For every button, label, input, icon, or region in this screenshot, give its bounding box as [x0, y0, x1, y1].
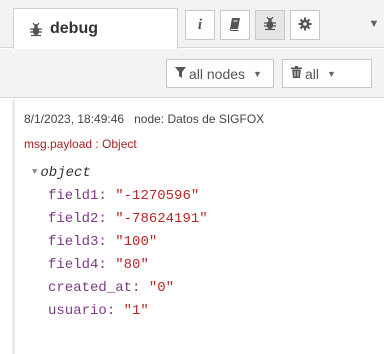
property-key: field2 — [48, 211, 99, 227]
gear-icon — [298, 17, 312, 34]
debug-toolbar: all nodes ▼ all ▼ — [0, 49, 384, 98]
payload-property[interactable]: field2: "-78624191" — [32, 208, 208, 231]
caret-down-icon: ▼ — [253, 68, 262, 79]
property-value: "-78624191" — [115, 211, 208, 227]
debug-tab-button[interactable] — [255, 10, 285, 40]
property-value: "0" — [148, 280, 175, 296]
expand-toggle-icon: ▼ — [32, 167, 38, 177]
book-icon — [228, 17, 242, 34]
filter-nodes-label: all nodes — [189, 65, 246, 82]
sidebar-tab-buttons: i — [185, 10, 325, 40]
payload-property[interactable]: field4: "80" — [32, 254, 208, 277]
payload-property[interactable]: field1: "-1270596" — [32, 185, 208, 208]
property-key: field1 — [48, 188, 99, 204]
message-node-link[interactable]: node: Datos de SIGFOX — [134, 112, 264, 126]
property-key: field4 — [48, 257, 99, 273]
debug-messages: 8/1/2023, 18:49:46 node: Datos de SIGFOX … — [0, 99, 384, 354]
payload-property[interactable]: created_at: "0" — [32, 277, 208, 300]
property-value: "1" — [123, 303, 149, 319]
tab-title: debug — [50, 20, 98, 37]
clear-messages-dropdown[interactable]: all ▼ — [282, 59, 372, 88]
payload-property[interactable]: usuario: "1" — [32, 300, 208, 323]
property-key: created_at — [48, 280, 133, 296]
bug-icon — [263, 16, 277, 34]
sidebar-tab-bar: debug i ▼ — [0, 0, 384, 49]
message-timestamp: 8/1/2023, 18:49:46 — [24, 112, 125, 126]
payload-tree: ▼ object field1: "-1270596" field2: "-786… — [32, 162, 208, 323]
info-tab-button[interactable]: i — [185, 10, 215, 40]
filter-icon — [175, 66, 186, 81]
object-label: object — [40, 165, 91, 181]
property-value: "80" — [115, 257, 149, 273]
info-icon: i — [197, 16, 203, 33]
property-value: "-1270596" — [115, 188, 200, 204]
config-tab-button[interactable] — [290, 10, 320, 40]
caret-down-icon: ▼ — [368, 18, 380, 30]
message-meta: 8/1/2023, 18:49:46 node: Datos de SIGFOX — [24, 112, 264, 126]
trash-icon — [291, 66, 302, 81]
clear-messages-label: all — [305, 65, 320, 82]
debug-tab[interactable]: debug — [13, 8, 178, 49]
filter-nodes-dropdown[interactable]: all nodes ▼ — [166, 59, 274, 88]
bug-icon — [28, 21, 44, 37]
property-key: usuario — [48, 303, 107, 319]
object-toggle[interactable]: ▼ object — [32, 162, 208, 185]
payload-property[interactable]: field3: "100" — [32, 231, 208, 254]
help-tab-button[interactable] — [220, 10, 250, 40]
property-key: field3 — [48, 234, 99, 250]
tab-menu-dropdown[interactable]: ▼ — [364, 14, 384, 34]
property-value: "100" — [115, 234, 158, 250]
debug-message[interactable]: 8/1/2023, 18:49:46 node: Datos de SIGFOX … — [12, 99, 384, 354]
caret-down-icon: ▼ — [327, 68, 336, 79]
message-property-type: msg.payload : Object — [24, 137, 137, 151]
